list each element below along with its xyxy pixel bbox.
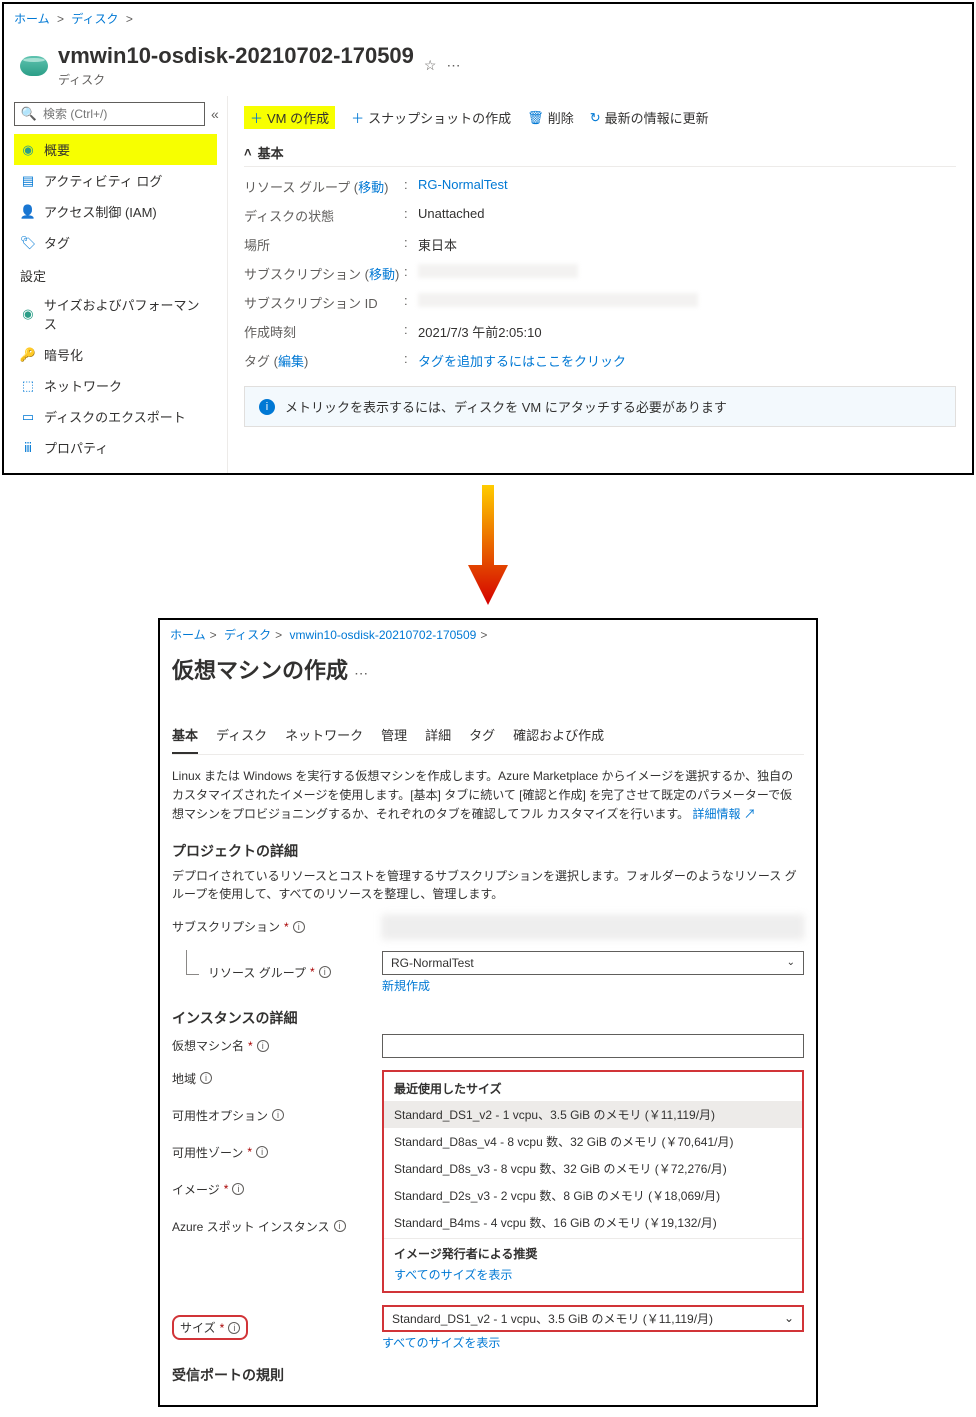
collapse-icon[interactable]: « <box>211 106 219 122</box>
instance-details-header: インスタンスの詳細 <box>172 1008 804 1028</box>
refresh-button[interactable]: ↻最新の情報に更新 <box>590 108 709 127</box>
size-dropdown-list: 最近使用したサイズ Standard_DS1_v2 - 1 vcpu、3.5 G… <box>382 1070 804 1293</box>
more-icon[interactable]: ⋯ <box>446 57 460 74</box>
breadcrumb: ホーム> ディスク> vmwin10-osdisk-20210702-17050… <box>160 620 816 649</box>
tab-tags[interactable]: タグ <box>469 719 495 754</box>
nav-encryption[interactable]: 🔑暗号化 <box>14 339 217 370</box>
breadcrumb: ホーム > ディスク > <box>4 4 972 33</box>
info-icon[interactable]: i <box>256 1146 268 1158</box>
iam-icon: 👤 <box>20 204 36 220</box>
intro-text: Linux または Windows を実行する仮想マシンを作成します。Azure… <box>172 767 804 825</box>
page-subtitle: ディスク <box>58 71 414 88</box>
tab-network[interactable]: ネットワーク <box>285 719 363 754</box>
info-icon[interactable]: i <box>228 1322 240 1334</box>
learn-more-link[interactable]: 詳細情報 ↗ <box>693 807 756 821</box>
chevron-down-icon: ⌄ <box>784 1311 794 1325</box>
all-sizes-link[interactable]: すべてのサイズを表示 <box>382 1334 500 1351</box>
subscription-value <box>418 264 578 278</box>
info-icon[interactable]: i <box>200 1072 212 1084</box>
key-icon: 🔑 <box>20 347 36 363</box>
size-label-highlight: サイズ * i <box>172 1315 248 1340</box>
nav-overview[interactable]: ◉概要 <box>14 134 217 165</box>
subscription-select[interactable] <box>382 915 804 939</box>
move-sub-link[interactable]: 移動 <box>369 267 395 282</box>
move-rg-link[interactable]: 移動 <box>358 180 384 195</box>
overview-icon: ◉ <box>20 142 36 158</box>
network-icon: ⬚ <box>20 378 36 394</box>
pin-icon[interactable]: ☆ <box>424 57 437 74</box>
nav-section-settings: 設定 <box>14 258 217 289</box>
nav-export[interactable]: ▭ディスクのエクスポート <box>14 401 217 432</box>
add-tags-link[interactable]: タグを追加するにはここをクリック <box>418 354 626 369</box>
all-sizes-link[interactable]: すべてのサイズを表示 <box>384 1264 802 1287</box>
search-icon: 🔍 <box>21 106 37 122</box>
export-icon: ▭ <box>20 409 36 425</box>
edit-tags-link[interactable]: 編集 <box>278 354 304 369</box>
chevron-up-icon: ˄ <box>244 145 252 160</box>
tag-icon: 🏷 <box>20 235 36 251</box>
resource-group-select[interactable]: RG-NormalTest⌄ <box>382 951 804 975</box>
chevron-down-icon: ⌄ <box>787 957 795 968</box>
breadcrumb-disk[interactable]: ディスク <box>224 628 271 642</box>
more-icon[interactable]: ⋯ <box>354 665 368 681</box>
location-value: 東日本 <box>418 235 956 254</box>
breadcrumb-disk[interactable]: ディスク <box>71 12 118 26</box>
vm-name-input[interactable] <box>382 1034 804 1058</box>
resource-group-link[interactable]: RG-NormalTest <box>418 177 508 192</box>
project-details-desc: デプロイされているリソースとコストを管理するサブスクリプションを選択します。フォ… <box>172 867 804 903</box>
size-option[interactable]: Standard_D8as_v4 - 8 vcpu 数、32 GiB のメモリ … <box>384 1128 802 1155</box>
properties-icon: ⅲ <box>20 440 36 456</box>
info-icon[interactable]: i <box>319 966 331 978</box>
size-select[interactable]: Standard_DS1_v2 - 1 vcpu、3.5 GiB のメモリ (￥… <box>382 1305 804 1332</box>
info-icon: i <box>259 399 275 415</box>
size-option[interactable]: Standard_DS1_v2 - 1 vcpu、3.5 GiB のメモリ (￥… <box>384 1101 802 1128</box>
info-icon[interactable]: i <box>232 1183 244 1195</box>
nav-tags[interactable]: 🏷タグ <box>14 227 217 258</box>
tab-manage[interactable]: 管理 <box>381 719 407 754</box>
info-icon[interactable]: i <box>293 921 305 933</box>
breadcrumb-home[interactable]: ホーム <box>170 628 206 642</box>
arrow-down-icon <box>0 485 976 608</box>
size-option[interactable]: Standard_D2s_v3 - 2 vcpu 数、8 GiB のメモリ (￥… <box>384 1182 802 1209</box>
activity-icon: ▤ <box>20 173 36 189</box>
tab-basic[interactable]: 基本 <box>172 719 198 754</box>
delete-button[interactable]: 🗑削除 <box>527 108 574 127</box>
size-option[interactable]: Standard_B4ms - 4 vcpu 数、16 GiB のメモリ (￥1… <box>384 1209 802 1236</box>
dropdown-reco-header: イメージ発行者による推奨 <box>384 1238 802 1264</box>
info-icon[interactable]: i <box>272 1109 284 1121</box>
search-input[interactable] <box>43 107 198 121</box>
inbound-ports-header: 受信ポートの規則 <box>172 1365 804 1385</box>
dropdown-recent-header: 最近使用したサイズ <box>384 1076 802 1101</box>
disk-icon <box>20 56 48 76</box>
subscription-id-value <box>418 293 698 307</box>
disk-state-value: Unattached <box>418 206 956 225</box>
nav-iam[interactable]: 👤アクセス制御 (IAM) <box>14 196 217 227</box>
created-time-value: 2021/7/3 午前2:05:10 <box>418 322 956 341</box>
nav-properties[interactable]: ⅲプロパティ <box>14 432 217 463</box>
breadcrumb-home[interactable]: ホーム <box>14 12 50 26</box>
breadcrumb-diskname[interactable]: vmwin10-osdisk-20210702-170509 <box>290 628 477 642</box>
nav-network[interactable]: ⬚ネットワーク <box>14 370 217 401</box>
nav-size-perf[interactable]: ◉サイズおよびパフォーマンス <box>14 289 217 339</box>
create-vm-button[interactable]: ＋VM の作成 <box>244 106 335 129</box>
tab-disk[interactable]: ディスク <box>216 719 267 754</box>
trash-icon: 🗑 <box>527 110 544 126</box>
refresh-icon: ↻ <box>590 110 601 126</box>
project-details-header: プロジェクトの詳細 <box>172 841 804 861</box>
disk-small-icon: ◉ <box>20 306 36 322</box>
create-new-rg-link[interactable]: 新規作成 <box>382 977 430 994</box>
section-basic-header[interactable]: ˄基本 <box>244 139 956 167</box>
tab-review[interactable]: 確認および作成 <box>513 719 604 754</box>
tab-detail[interactable]: 詳細 <box>425 719 451 754</box>
info-alert: i メトリックを表示するには、ディスクを VM にアタッチする必要があります <box>244 386 956 427</box>
info-icon[interactable]: i <box>257 1040 269 1052</box>
page-title: 仮想マシンの作成 <box>172 658 348 683</box>
nav-activity-log[interactable]: ▤アクティビティ ログ <box>14 165 217 196</box>
size-option[interactable]: Standard_D8s_v3 - 8 vcpu 数、32 GiB のメモリ (… <box>384 1155 802 1182</box>
page-title: vmwin10-osdisk-20210702-170509 <box>58 43 414 69</box>
create-snapshot-button[interactable]: ＋スナップショットの作成 <box>351 108 511 127</box>
info-icon[interactable]: i <box>334 1220 346 1232</box>
